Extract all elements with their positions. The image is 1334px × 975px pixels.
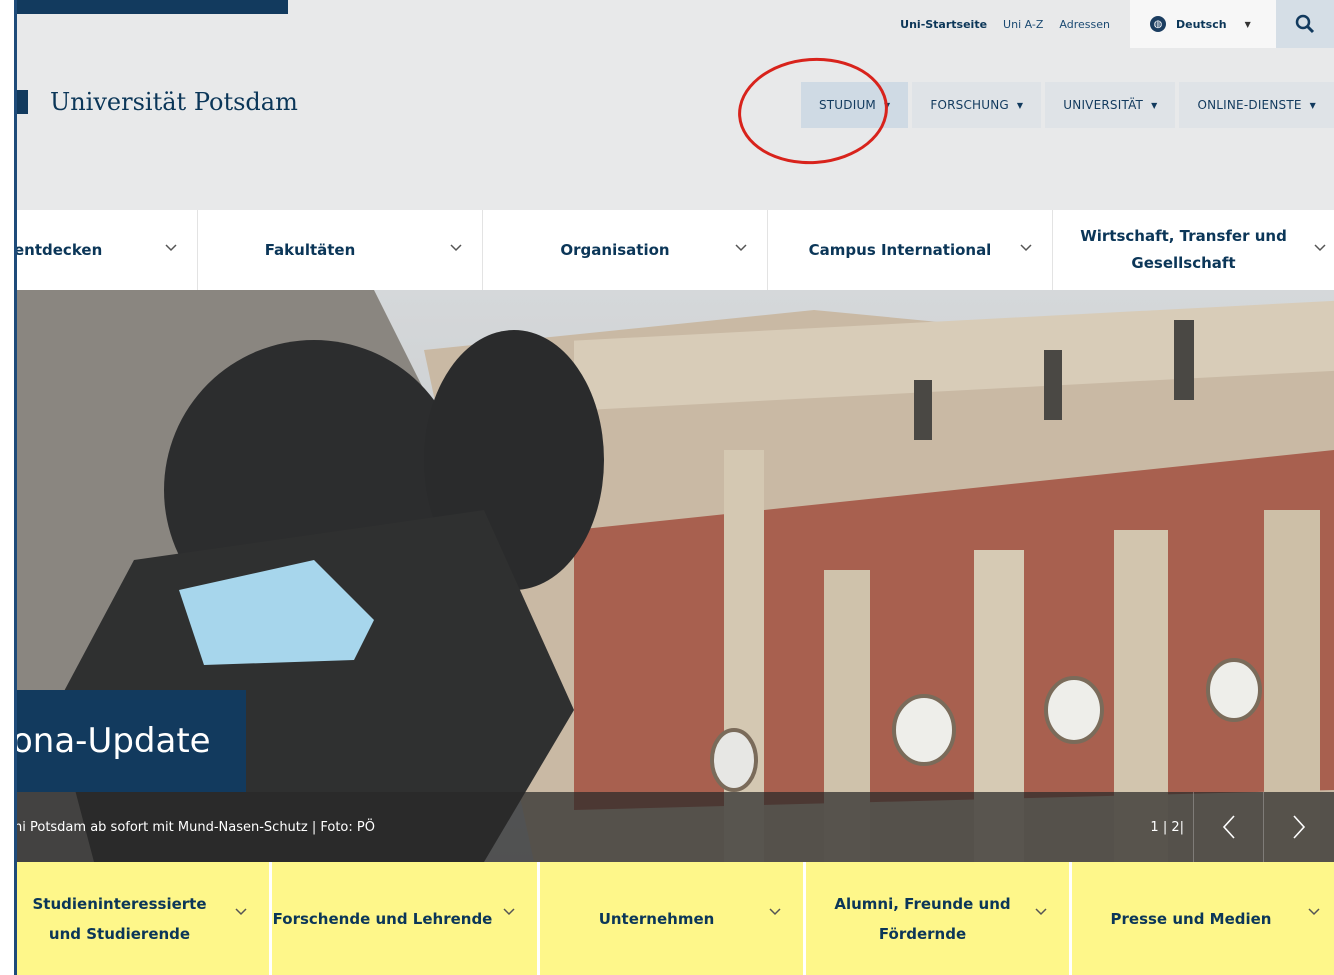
category-campus-international[interactable]: Campus International bbox=[768, 210, 1053, 290]
category-nav: entdecken Fakultäten Organisation Campus… bbox=[14, 210, 1334, 290]
globe-icon: ◍ bbox=[1150, 16, 1166, 32]
previous-slide-button[interactable] bbox=[1193, 792, 1264, 862]
audience-label: Forschende und Lehrende bbox=[272, 909, 493, 928]
top-dark-strip bbox=[14, 0, 288, 14]
window-left-edge bbox=[0, 0, 17, 975]
chevron-left-icon bbox=[1222, 815, 1235, 839]
chevron-down-icon bbox=[1035, 908, 1047, 916]
caret-down-icon: ▼ bbox=[883, 100, 891, 110]
audience-studieninteressierte[interactable]: Studieninteressierte und Studierende bbox=[14, 862, 272, 975]
category-fakultaeten[interactable]: Fakultäten bbox=[198, 210, 483, 290]
audience-label: Studieninteressierte und Studierende bbox=[32, 894, 207, 943]
chevron-down-icon bbox=[1020, 244, 1032, 252]
chevron-down-icon bbox=[1314, 244, 1326, 252]
caret-down-icon: ▼ bbox=[1309, 100, 1316, 110]
chevron-down-icon bbox=[503, 908, 515, 916]
uni-a-z-link[interactable]: Uni A-Z bbox=[1003, 18, 1043, 31]
hero-caption-bar: ni Potsdam ab sofort mit Mund-Nasen-Schu… bbox=[14, 792, 1334, 862]
category-wirtschaft[interactable]: Wirtschaft, Transfer und Gesellschaft bbox=[1053, 210, 1334, 290]
category-label: Wirtschaft, Transfer und Gesellschaft bbox=[1080, 227, 1287, 272]
chevron-down-icon bbox=[235, 908, 247, 916]
nav-online-dienste-label: ONLINE-DIENSTE bbox=[1197, 98, 1302, 112]
search-button[interactable] bbox=[1276, 0, 1334, 48]
language-label: Deutsch bbox=[1176, 17, 1227, 31]
chevron-down-icon bbox=[769, 908, 781, 916]
audience-alumni[interactable]: Alumni, Freunde und Fördernde bbox=[806, 862, 1072, 975]
audience-label: Alumni, Freunde und Fördernde bbox=[834, 894, 1011, 943]
nav-studium[interactable]: STUDIUM ▼ bbox=[800, 82, 909, 128]
category-label: Organisation bbox=[560, 240, 670, 259]
category-label: Campus International bbox=[808, 240, 992, 259]
caret-down-icon: ▼ bbox=[1151, 100, 1158, 110]
audience-label: Presse und Medien bbox=[1110, 909, 1272, 928]
category-label: entdecken bbox=[14, 240, 103, 259]
nav-universitaet[interactable]: UNIVERSITÄT ▼ bbox=[1045, 82, 1176, 128]
site-header: Uni-Startseite Uni A-Z Adressen ◍ Deutsc… bbox=[14, 0, 1334, 210]
audience-unternehmen[interactable]: Unternehmen bbox=[540, 862, 806, 975]
caret-down-icon: ▼ bbox=[1244, 19, 1251, 29]
chevron-down-icon bbox=[450, 244, 462, 252]
chevron-down-icon bbox=[165, 244, 177, 252]
language-selector[interactable]: ◍ Deutsch ▼ bbox=[1130, 0, 1276, 48]
hero-slider: ona-Update ni Potsdam ab sofort mit Mund… bbox=[14, 290, 1334, 862]
category-label: Fakultäten bbox=[264, 240, 356, 259]
main-nav: STUDIUM ▼ FORSCHUNG ▼ UNIVERSITÄT ▼ ONLINE-… bbox=[797, 82, 1334, 128]
next-slide-button[interactable] bbox=[1263, 792, 1334, 862]
uni-startseite-link[interactable]: Uni-Startseite bbox=[900, 18, 987, 31]
category-organisation[interactable]: Organisation bbox=[483, 210, 768, 290]
chevron-right-icon bbox=[1293, 815, 1306, 839]
nav-forschung-label: FORSCHUNG bbox=[930, 98, 1009, 112]
caret-down-icon: ▼ bbox=[1016, 100, 1024, 110]
hero-caption: ni Potsdam ab sofort mit Mund-Nasen-Schu… bbox=[14, 819, 375, 835]
hero-title-banner[interactable]: ona-Update bbox=[14, 690, 246, 792]
audience-presse[interactable]: Presse und Medien bbox=[1072, 862, 1334, 975]
category-entdecken[interactable]: entdecken bbox=[14, 210, 198, 290]
utility-nav: Uni-Startseite Uni A-Z Adressen ◍ Deutsc… bbox=[900, 0, 1334, 48]
hero-title: ona-Update bbox=[14, 721, 211, 761]
audience-forschende[interactable]: Forschende und Lehrende bbox=[272, 862, 540, 975]
site-name: Universität Potsdam bbox=[50, 88, 298, 116]
audience-nav: Studieninteressierte und Studierende For… bbox=[14, 862, 1334, 975]
adressen-link[interactable]: Adressen bbox=[1059, 18, 1110, 31]
slide-pager[interactable]: 1 | 2| bbox=[1150, 792, 1184, 862]
chevron-down-icon bbox=[1308, 908, 1320, 916]
site-logo[interactable]: Universität Potsdam bbox=[14, 88, 298, 116]
search-icon bbox=[1295, 14, 1315, 34]
chevron-down-icon bbox=[735, 244, 747, 252]
nav-studium-label: STUDIUM bbox=[818, 98, 876, 112]
nav-universitaet-label: UNIVERSITÄT bbox=[1063, 98, 1144, 112]
nav-online-dienste[interactable]: ONLINE-DIENSTE ▼ bbox=[1179, 82, 1334, 128]
audience-label: Unternehmen bbox=[598, 909, 715, 928]
nav-forschung[interactable]: FORSCHUNG ▼ bbox=[912, 82, 1042, 128]
